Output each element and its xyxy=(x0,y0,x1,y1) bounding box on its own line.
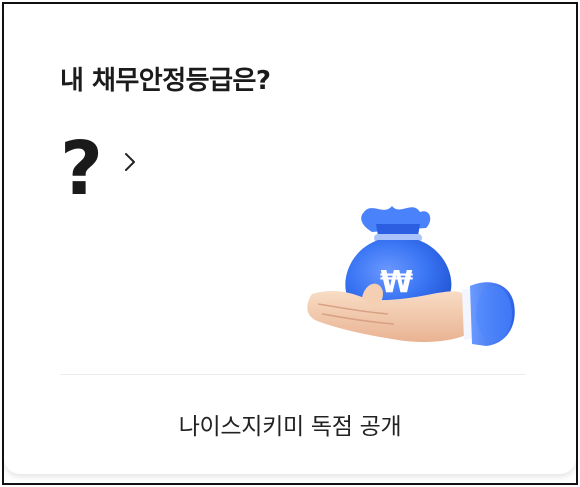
money-bag-in-hand-icon: ₩ xyxy=(302,194,522,359)
card-title: 내 채무안정등급은? xyxy=(60,66,271,96)
card-frame: 내 채무안정등급은? ? ₩ 나이스지키미 독점 공개 xyxy=(2,2,578,485)
nice-exclusive-reveal-link[interactable]: 나이스지키미 독점 공개 xyxy=(4,407,576,441)
grade-value: ? xyxy=(60,126,103,212)
currency-symbol: ₩ xyxy=(380,265,413,300)
debt-stability-card: 내 채무안정등급은? ? ₩ 나이스지키미 독점 공개 xyxy=(4,4,576,474)
chevron-right-icon xyxy=(123,150,137,174)
grade-link[interactable]: ? xyxy=(60,124,137,214)
divider xyxy=(60,374,526,375)
